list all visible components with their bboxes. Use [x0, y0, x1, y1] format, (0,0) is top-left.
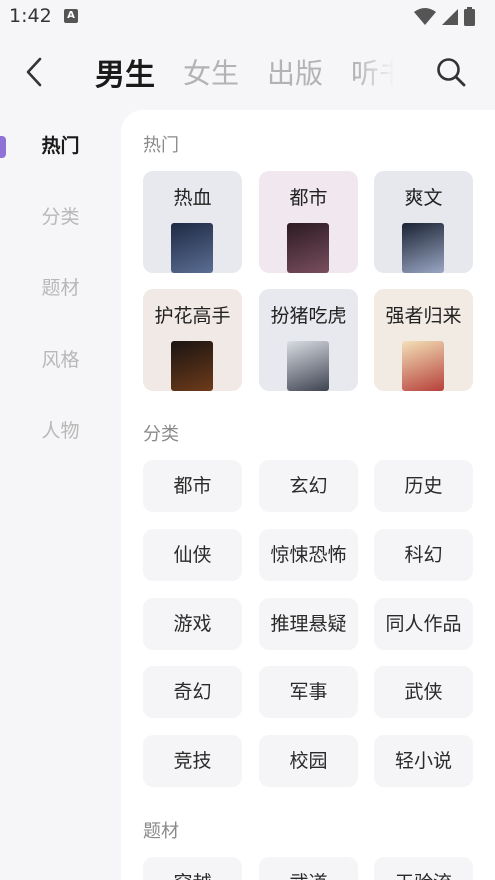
- category-tag[interactable]: 仙侠: [143, 529, 242, 581]
- sidebar-item-category[interactable]: 分类: [0, 197, 121, 237]
- tab-audio[interactable]: 听书: [351, 52, 405, 92]
- category-tag[interactable]: 历史: [374, 460, 473, 512]
- book-cover: [287, 223, 329, 273]
- category-tag[interactable]: 奇幻: [143, 666, 242, 718]
- category-tag[interactable]: 轻小说: [374, 735, 473, 787]
- search-button[interactable]: [434, 55, 468, 89]
- section-title-theme: 题材: [143, 821, 179, 842]
- hot-card[interactable]: 热血: [143, 171, 242, 273]
- search-icon: [437, 58, 466, 87]
- hot-card-label: 热血: [173, 187, 212, 209]
- category-tag[interactable]: 军事: [259, 666, 358, 718]
- hot-card[interactable]: 爽文: [374, 171, 473, 273]
- book-cover: [402, 341, 444, 391]
- battery-icon: [464, 7, 475, 26]
- hot-card-label: 护花高手: [154, 305, 231, 327]
- main-panel: 热门 热血 都市 爽文 护花高手 扮猪吃虎 强者归来 分类 都市 玄幻 历史 仙…: [121, 110, 495, 880]
- tab-male[interactable]: 男生: [95, 50, 155, 94]
- channel-tabs: 男生 女生 出版 听书: [95, 40, 405, 104]
- hot-card-label: 爽文: [404, 187, 443, 209]
- hot-card-label: 扮猪吃虎: [270, 305, 347, 327]
- sidebar-item-character[interactable]: 人物: [0, 411, 121, 451]
- hot-card[interactable]: 都市: [259, 171, 358, 273]
- sidebar-item-style[interactable]: 风格: [0, 340, 121, 380]
- sidebar-item-hot[interactable]: 热门: [0, 126, 121, 166]
- category-sidebar: 热门 分类 题材 风格 人物: [0, 110, 121, 880]
- hot-card[interactable]: 护花高手: [143, 289, 242, 391]
- hot-card[interactable]: 扮猪吃虎: [259, 289, 358, 391]
- tab-publish[interactable]: 出版: [267, 52, 323, 92]
- header: 男生 女生 出版 听书: [0, 40, 495, 104]
- status-time: 1:42: [9, 5, 52, 27]
- notification-icon: A: [64, 9, 78, 23]
- hot-card-label: 强者归来: [385, 305, 462, 327]
- category-tag[interactable]: 竞技: [143, 735, 242, 787]
- hot-card[interactable]: 强者归来: [374, 289, 473, 391]
- category-tag[interactable]: 科幻: [374, 529, 473, 581]
- book-cover: [402, 223, 444, 273]
- sidebar-item-theme[interactable]: 题材: [0, 268, 121, 308]
- book-cover: [171, 223, 213, 273]
- status-bar: 1:42 A: [0, 0, 495, 34]
- theme-tag[interactable]: 天验流: [374, 857, 473, 880]
- back-button[interactable]: [18, 54, 50, 90]
- signal-icon: [442, 8, 458, 25]
- book-cover: [287, 341, 329, 391]
- wifi-icon: [414, 7, 436, 25]
- chevron-left-icon: [26, 57, 42, 87]
- section-title-hot: 热门: [143, 135, 179, 156]
- theme-tag[interactable]: 穿越: [143, 857, 242, 880]
- theme-tag[interactable]: 武道: [259, 857, 358, 880]
- category-tag[interactable]: 都市: [143, 460, 242, 512]
- section-title-category: 分类: [143, 424, 179, 445]
- category-tag[interactable]: 推理悬疑: [259, 598, 358, 650]
- book-cover: [171, 341, 213, 391]
- category-tag[interactable]: 玄幻: [259, 460, 358, 512]
- hot-card-label: 都市: [289, 187, 328, 209]
- category-tag[interactable]: 武侠: [374, 666, 473, 718]
- tab-female[interactable]: 女生: [183, 52, 239, 92]
- category-tag[interactable]: 惊悚恐怖: [259, 529, 358, 581]
- category-tag[interactable]: 同人作品: [374, 598, 473, 650]
- category-tag[interactable]: 校园: [259, 735, 358, 787]
- status-icons: [414, 7, 475, 26]
- category-tag[interactable]: 游戏: [143, 598, 242, 650]
